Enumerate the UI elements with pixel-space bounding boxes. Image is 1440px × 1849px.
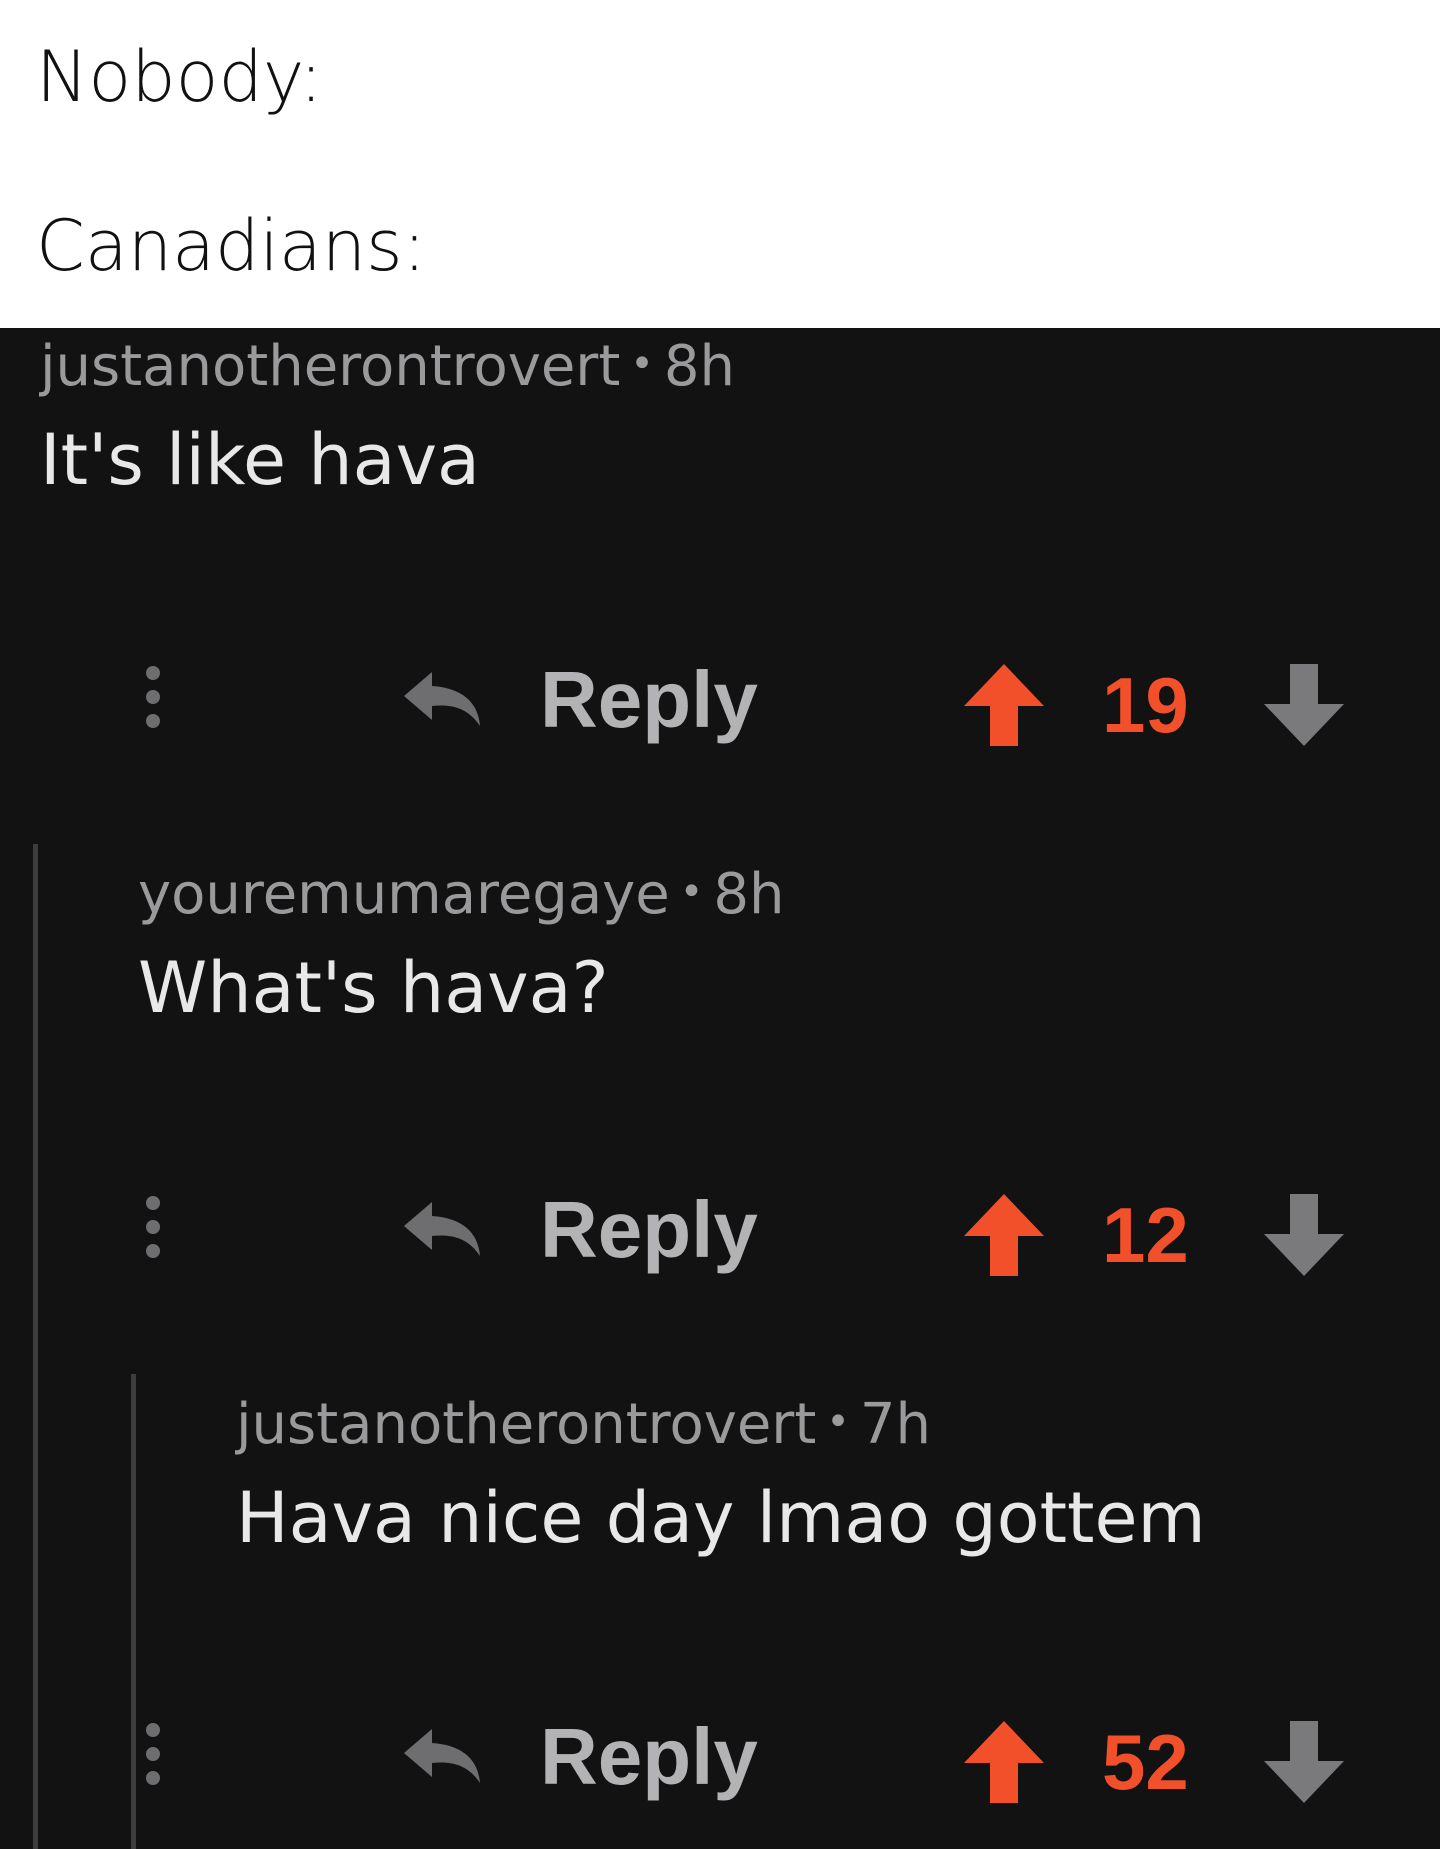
comment-age: 8h [663, 334, 736, 399]
comment-age: 7h [859, 1392, 932, 1457]
upvote-arrow-icon[interactable] [962, 662, 1046, 748]
meta-separator: • [826, 1399, 850, 1445]
comment-1: justanotherontrovert • 8h It's like hava [40, 336, 735, 499]
downvote-arrow-icon[interactable] [1262, 1719, 1346, 1805]
comment-2: youremumaregaye • 8h What's hava? [138, 864, 784, 1027]
vote-score: 12 [1102, 1191, 1189, 1279]
comment-3-actions: Reply 52 [0, 1705, 1440, 1806]
downvote-arrow-icon[interactable] [1262, 662, 1346, 748]
comment-body: What's hava? [138, 946, 609, 1029]
upvote-arrow-icon[interactable] [962, 1192, 1046, 1278]
caption-canadians: Canadians: [36, 205, 427, 287]
vote-score: 19 [1102, 661, 1189, 749]
more-vertical-icon[interactable] [143, 1723, 163, 1793]
reply-arrow-icon[interactable] [402, 668, 484, 728]
comment-thread: justanotherontrovert • 8h It's like hava R… [0, 328, 1440, 1849]
caption-nobody: Nobody: [36, 36, 323, 118]
comment-body: Hava nice day lmao gottem [236, 1476, 1206, 1559]
more-vertical-icon[interactable] [143, 1196, 163, 1266]
comment-username[interactable]: justanotherontrovert [40, 334, 620, 399]
reply-button[interactable]: Reply [540, 1711, 758, 1803]
comment-age: 8h [713, 862, 785, 927]
comment-3: justanotherontrovert • 7h Hava nice day lm… [236, 1394, 1206, 1557]
meta-separator: • [679, 869, 704, 915]
meta-separator: • [630, 341, 654, 387]
comment-meta: youremumaregaye • 8h [138, 864, 784, 926]
downvote-arrow-icon[interactable] [1262, 1192, 1346, 1278]
comment-meta: justanotherontrovert • 7h [236, 1394, 1206, 1456]
comment-username[interactable]: youremumaregaye [138, 862, 670, 927]
comment-meta: justanotherontrovert • 8h [40, 336, 735, 398]
reply-arrow-icon[interactable] [402, 1725, 484, 1785]
vote-score: 52 [1102, 1718, 1189, 1806]
upvote-arrow-icon[interactable] [962, 1719, 1046, 1805]
reply-arrow-icon[interactable] [402, 1198, 484, 1258]
more-vertical-icon[interactable] [143, 666, 163, 736]
comment-1-actions: Reply 19 [0, 648, 1440, 749]
comment-body: It's like hava [40, 418, 480, 501]
reply-button[interactable]: Reply [540, 654, 758, 746]
comment-2-actions: Reply 12 [0, 1178, 1440, 1279]
comment-username[interactable]: justanotherontrovert [236, 1392, 816, 1457]
thread-line-level-1[interactable] [33, 844, 38, 1849]
reply-button[interactable]: Reply [540, 1184, 758, 1276]
